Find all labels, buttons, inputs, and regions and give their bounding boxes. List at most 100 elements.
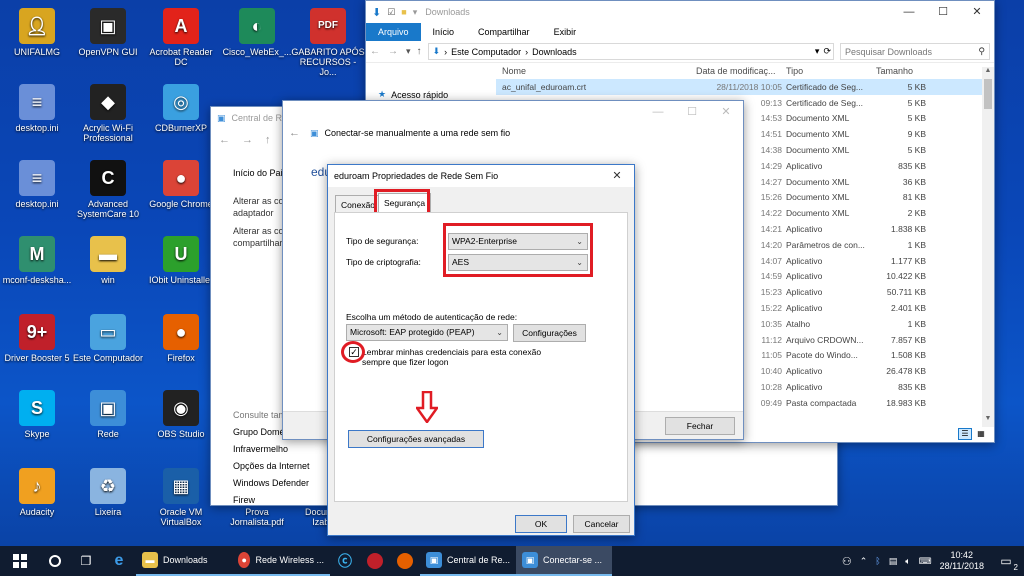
address-bar[interactable]: ⬇ › Este Computador › Downloads ▾ ⟳	[427, 43, 834, 60]
auth-method-select[interactable]: Microsoft: EAP protegido (PEAP) ⌄	[346, 324, 508, 341]
taskbar-item-downloads[interactable]: ▬ Downloads	[136, 546, 232, 576]
desktop-icon[interactable]: 👤︎ UNIFALMG	[0, 8, 74, 57]
desktop-icon[interactable]: ♪ Audacity	[0, 468, 74, 517]
advanced-settings-button[interactable]: Configurações avançadas	[348, 430, 484, 448]
minimize-button[interactable]: —	[892, 1, 926, 23]
volume-icon[interactable]: 🔈︎	[905, 556, 910, 567]
link-infrared[interactable]: Infravermelho	[233, 441, 333, 458]
qat-dropdown-icon[interactable]: ▾	[413, 7, 418, 18]
desktop-icon[interactable]: ◆ Acrylic Wi-Fi Professional	[71, 84, 145, 143]
wizard-titlebar[interactable]: — ☐ ✕	[283, 101, 743, 123]
tab-view[interactable]: Exibir	[542, 23, 589, 41]
link-windows-defender-firewall[interactable]: Windows Defender Firew	[233, 475, 333, 509]
file-type: Atalho	[786, 318, 811, 329]
back-arrow-icon[interactable]: ←	[289, 127, 300, 139]
desktop-icon[interactable]: ◎ CDBurnerXP	[144, 84, 218, 133]
search-input[interactable]: Pesquisar Downloads ⚲	[840, 43, 990, 60]
desktop-icon[interactable]: U IObit Uninstaller	[144, 236, 218, 285]
file-row[interactable]: ac_unifal_eduroam.crt 28/11/2018 10:05 Cer…	[496, 79, 994, 95]
desktop-icon[interactable]: ▭ Este Computador	[71, 314, 145, 363]
link-internet-options[interactable]: Opções da Internet	[233, 458, 333, 475]
back-arrow-icon[interactable]: ←	[219, 134, 230, 146]
up-arrow-icon[interactable]: ↑	[417, 46, 422, 57]
scroll-thumb[interactable]	[984, 79, 992, 109]
desktop-icon[interactable]: PDF GABARITO APÓS RECURSOS - Jo...	[291, 8, 365, 77]
properties-check-icon[interactable]: ☑	[387, 7, 395, 18]
minimize-button[interactable]: —	[641, 101, 675, 123]
network-icon: ▣	[426, 552, 442, 568]
scroll-up-icon[interactable]: ▲	[982, 67, 994, 79]
address-dropdown-icon[interactable]: ▾	[815, 46, 820, 57]
large-icons-view-icon[interactable]: ▦	[974, 428, 988, 440]
start-button[interactable]	[0, 546, 40, 576]
clock-date: 28/11/2018	[939, 561, 984, 571]
column-size[interactable]: Tamanho	[872, 66, 930, 76]
taskbar-item-network-center[interactable]: ▣ Central de Re...	[420, 546, 516, 576]
desktop-icon[interactable]: ♻ Lixeira	[71, 468, 145, 517]
auth-settings-button[interactable]: Configurações	[513, 324, 586, 342]
task-view-button[interactable]: ❐	[70, 546, 102, 576]
close-wizard-button[interactable]: Fechar	[665, 417, 735, 435]
taskbar-firefox[interactable]	[390, 546, 420, 576]
desktop-icon[interactable]: C Advanced SystemCare 10	[71, 160, 145, 219]
file-size: 5 KB	[907, 145, 926, 156]
wireless-properties-dialog[interactable]: eduroam Propriedades de Rede Sem Fio ✕ C…	[327, 164, 635, 536]
maximize-button[interactable]: ☐	[926, 1, 960, 23]
tab-home[interactable]: Início	[421, 23, 467, 41]
breadcrumb-this-pc[interactable]: Este Computador	[451, 47, 521, 57]
forward-arrow-icon[interactable]: →	[242, 134, 253, 146]
tab-share[interactable]: Compartilhar	[466, 23, 542, 41]
ok-button[interactable]: OK	[515, 515, 567, 533]
network-tray-icon[interactable]: ▤	[889, 556, 898, 567]
taskbar-item-connect-label: Conectar-se ...	[543, 555, 603, 565]
bluetooth-icon[interactable]: ᛒ	[875, 556, 880, 566]
desktop-icon[interactable]: ◐ Cisco_WebEx_...	[220, 8, 294, 57]
taskbar-ccleaner[interactable]: ⓒ	[330, 546, 360, 576]
refresh-icon[interactable]: ⟳	[823, 46, 831, 57]
vertical-scrollbar[interactable]: ▲ ▼	[982, 67, 994, 427]
nav-quick-access[interactable]: ★ Acesso rápido	[378, 89, 496, 100]
column-type[interactable]: Tipo	[782, 66, 872, 76]
maximize-button[interactable]: ☐	[675, 101, 709, 123]
recent-locations-icon[interactable]: ▾	[406, 46, 411, 57]
close-button[interactable]: ✕	[600, 165, 634, 187]
show-hidden-icons-icon[interactable]: ⌃	[860, 556, 868, 567]
taskbar-driver-booster[interactable]	[360, 546, 390, 576]
column-date[interactable]: Data de modificaç...	[692, 66, 782, 76]
keyboard-icon[interactable]: ⌨	[919, 556, 932, 567]
people-icon[interactable]: ⚇	[842, 555, 852, 568]
desktop-icon[interactable]: ● Firefox	[144, 314, 218, 363]
tab-file[interactable]: Arquivo	[366, 23, 421, 41]
scroll-down-icon[interactable]: ▼	[982, 415, 994, 427]
pdf-file-icon: PDF	[310, 8, 346, 44]
taskbar-edge[interactable]: e	[102, 546, 136, 576]
close-button[interactable]: ✕	[960, 1, 994, 23]
desktop-icon[interactable]: ◉ OBS Studio	[144, 390, 218, 439]
clock[interactable]: 10:42 28/11/2018	[940, 550, 984, 572]
desktop-icon[interactable]: ▣ OpenVPN GUI	[71, 8, 145, 57]
desktop-icon[interactable]: ▦ Oracle VM VirtualBox	[144, 468, 218, 527]
desktop-icon[interactable]: ▬ win	[71, 236, 145, 285]
desktop-icon[interactable]: ● Google Chrome	[144, 160, 218, 209]
cancel-button[interactable]: Cancelar	[573, 515, 630, 533]
dialog-titlebar[interactable]: eduroam Propriedades de Rede Sem Fio ✕	[328, 165, 634, 187]
back-arrow-icon[interactable]: ←	[370, 46, 380, 57]
column-name[interactable]: Nome	[496, 66, 692, 76]
desktop-icon[interactable]: A Acrobat Reader DC	[144, 8, 218, 67]
desktop-icon[interactable]: ≡ desktop.ini	[0, 160, 74, 209]
desktop-icon[interactable]: ≡ desktop.ini	[0, 84, 74, 133]
taskbar-item-connect[interactable]: ▣ Conectar-se ...	[516, 546, 612, 576]
desktop-icon[interactable]: S Skype	[0, 390, 74, 439]
taskbar-item-chrome[interactable]: ● Rede Wireless ...	[232, 546, 330, 576]
desktop-icon[interactable]: Mmconf-desksha...	[0, 236, 74, 285]
up-arrow-icon[interactable]: ↑	[265, 134, 271, 146]
forward-arrow-icon[interactable]: →	[388, 46, 398, 57]
desktop-icon[interactable]: ▣ Rede	[71, 390, 145, 439]
close-button[interactable]: ✕	[709, 101, 743, 123]
breadcrumb-downloads[interactable]: Downloads	[532, 47, 577, 57]
search-button[interactable]	[40, 546, 70, 576]
desktop-icon[interactable]: 9+ Driver Booster 5	[0, 314, 74, 363]
details-view-icon[interactable]: ☰	[958, 428, 972, 440]
action-center-button[interactable]: ▭ 2	[994, 554, 1018, 572]
explorer-titlebar[interactable]: ⬇ ☑ ■ ▾ Downloads — ☐ ✕	[366, 1, 994, 23]
